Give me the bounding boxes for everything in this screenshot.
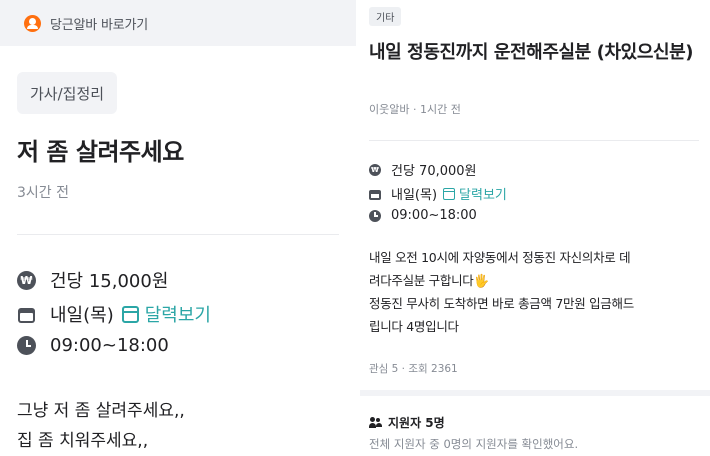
divider [17,234,339,235]
body-line: 내일 오전 10시에 자양동에서 정동진 자신의차로 데 [369,250,631,265]
won-icon: ₩ [369,163,381,176]
post-title: 저 좀 살려주세요 [17,138,184,166]
calendar-link[interactable]: 달력보기 [459,184,507,203]
right-job-post: 기타 내일 정동진까지 운전해주실분 (차있으신분) 이웃알바 · 1시간 전 … [360,0,710,456]
pay-row: ₩ 건당 15,000원 [17,267,168,293]
hours-text: 09:00~18:00 [391,208,477,223]
calendar-link-icon[interactable] [121,305,139,323]
calendar-icon [17,305,36,324]
daangn-logo-icon [24,14,41,32]
category-chip: 가사/집정리 [17,72,118,114]
pay-text: 건당 70,000원 [391,164,477,179]
post-title: 내일 정동진까지 운전해주실분 (차있으신분) [369,42,694,63]
date-text: 내일(목) [50,305,114,326]
post-body: 내일 오전 10시에 자양동에서 정동진 자신의차로 데 려다주실분 구합니다🖐… [369,246,705,338]
body-line: 립니다 4명입니다 [369,319,459,334]
post-stats: 관심 5 · 조회 2361 [369,363,458,375]
date-row: 내일(목) 달력보기 [17,301,211,327]
body-line: 집 좀 치워주세요,, [17,431,149,451]
body-line: 려다주실분 구합니다🖐 [369,273,489,288]
clock-icon [369,209,381,222]
body-line: 그냥 저 좀 살려주세요,, [17,401,185,421]
daangn-alba-shortcut-bar[interactable]: 당근알바 바로가기 [0,0,356,46]
section-divider [360,390,710,396]
hours-text: 09:00~18:00 [50,335,169,356]
post-meta: 이웃알바 · 1시간 전 [369,103,461,116]
hours-row: 09:00~18:00 [17,335,169,356]
won-icon: ₩ [17,270,36,290]
calendar-icon [369,188,381,200]
clock-icon [17,336,36,355]
hours-row: 09:00~18:00 [369,208,477,223]
applicants-count: 지원자 5명 [388,416,445,430]
applicants-header[interactable]: 지원자 5명 [369,414,445,431]
date-text: 내일(목) [391,188,438,203]
calendar-link[interactable]: 달력보기 [145,301,211,327]
post-body: 그냥 저 좀 살려주세요,, 집 좀 치워주세요,, [17,396,185,456]
date-row: 내일(목) 달력보기 [369,184,507,203]
applicants-note: 전체 지원자 중 0명의 지원자를 확인했어요. [369,437,579,451]
divider [369,140,699,141]
shortcut-label[interactable]: 당근알바 바로가기 [50,14,148,33]
post-time: 3시간 전 [17,185,69,201]
people-icon [369,417,382,428]
pay-row: ₩ 건당 70,000원 [369,160,477,179]
pay-text: 건당 15,000원 [50,271,169,292]
calendar-link-icon[interactable] [443,187,456,200]
left-job-post: 당근알바 바로가기 가사/집정리 저 좀 살려주세요 3시간 전 ₩ 건당 15… [0,0,356,456]
category-chip: 기타 [369,7,402,26]
body-line: 정동진 무사히 도착하면 바로 총금액 7만원 입금해드 [369,296,634,311]
